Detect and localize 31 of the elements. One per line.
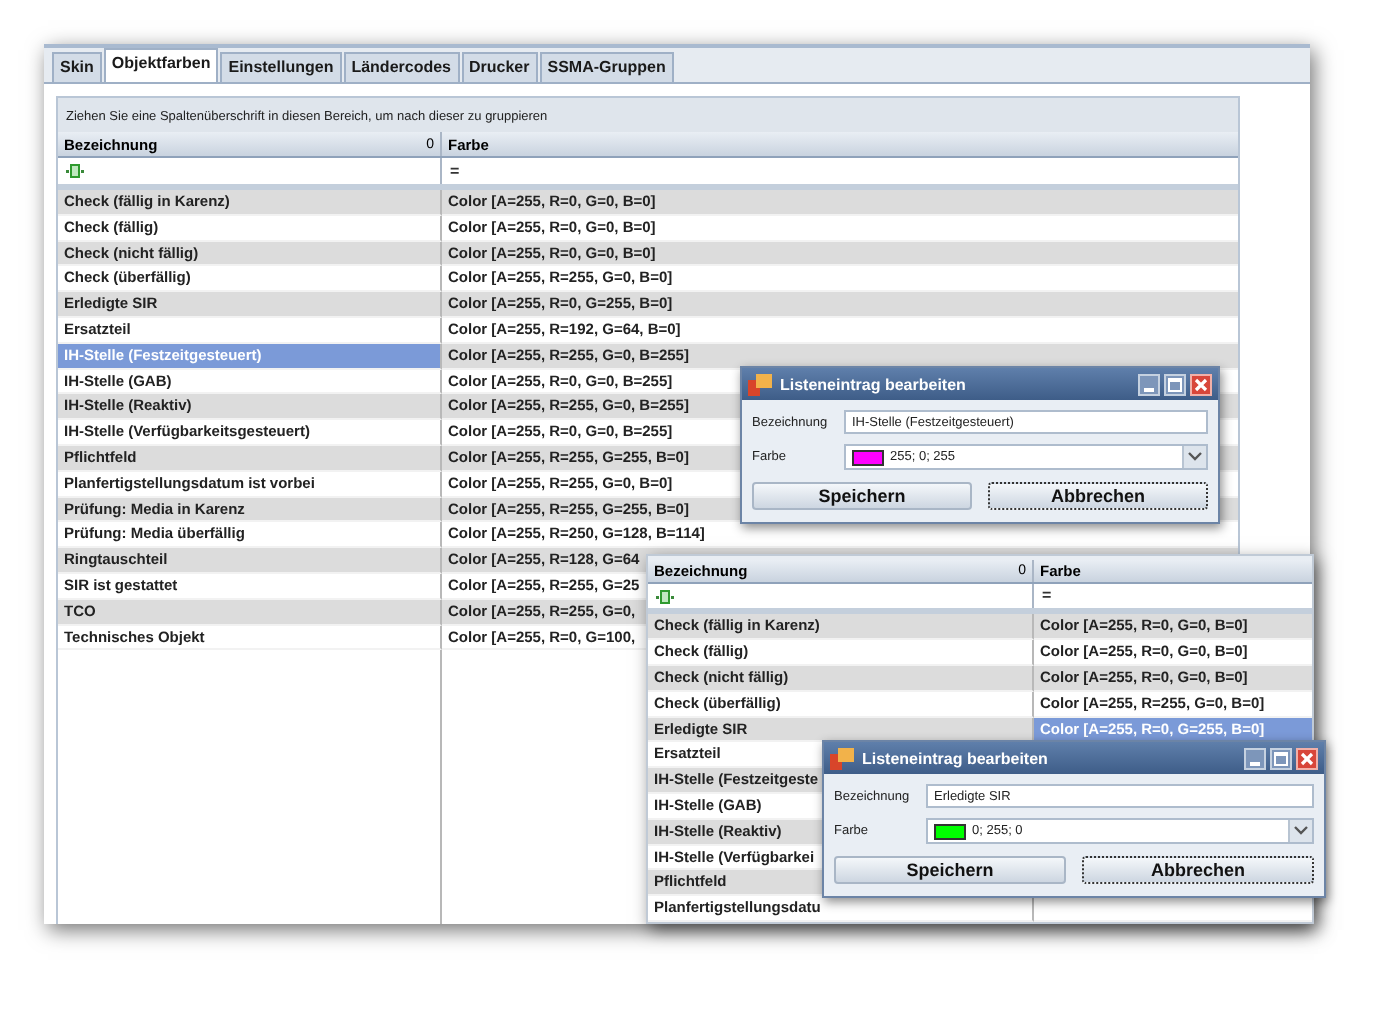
close-button[interactable] (1296, 747, 1318, 769)
close-button[interactable] (1190, 373, 1212, 395)
tab[interactable]: Einstellungen (220, 52, 342, 82)
dialog-title: Listeneintrag bearbeiten (780, 375, 968, 393)
maximize-button[interactable] (1164, 373, 1186, 395)
maximize-icon (1274, 751, 1288, 765)
tab[interactable]: SSMA-Gruppen (539, 52, 674, 82)
tab[interactable]: Objektfarben (103, 48, 219, 82)
tab[interactable]: Ländercodes (343, 52, 459, 82)
app-icon (748, 373, 772, 395)
caret-icon (1294, 826, 1308, 836)
close-icon (1194, 377, 1208, 391)
filter-operator[interactable]: = (1042, 588, 1052, 605)
maximize-button[interactable] (1270, 747, 1292, 769)
save-button[interactable]: Speichern (752, 482, 972, 510)
cancel-button[interactable]: Abbrechen (1082, 856, 1314, 884)
caret-icon (1188, 452, 1202, 462)
close-icon (1300, 751, 1314, 765)
tab[interactable]: Drucker (461, 52, 538, 82)
tab[interactable]: Skin (52, 52, 102, 82)
dropdown-button[interactable] (1288, 820, 1312, 842)
app-icon (830, 747, 854, 769)
filter-icon[interactable] (656, 589, 674, 604)
dropdown-button[interactable] (1182, 446, 1206, 468)
minimize-button[interactable] (1138, 373, 1160, 395)
filter-icon[interactable] (66, 164, 84, 178)
filter-operator[interactable]: = (450, 163, 460, 179)
minimize-button[interactable] (1244, 747, 1266, 769)
cancel-button[interactable]: Abbrechen (988, 482, 1208, 510)
save-button[interactable]: Speichern (834, 856, 1066, 884)
maximize-icon (1168, 377, 1182, 391)
